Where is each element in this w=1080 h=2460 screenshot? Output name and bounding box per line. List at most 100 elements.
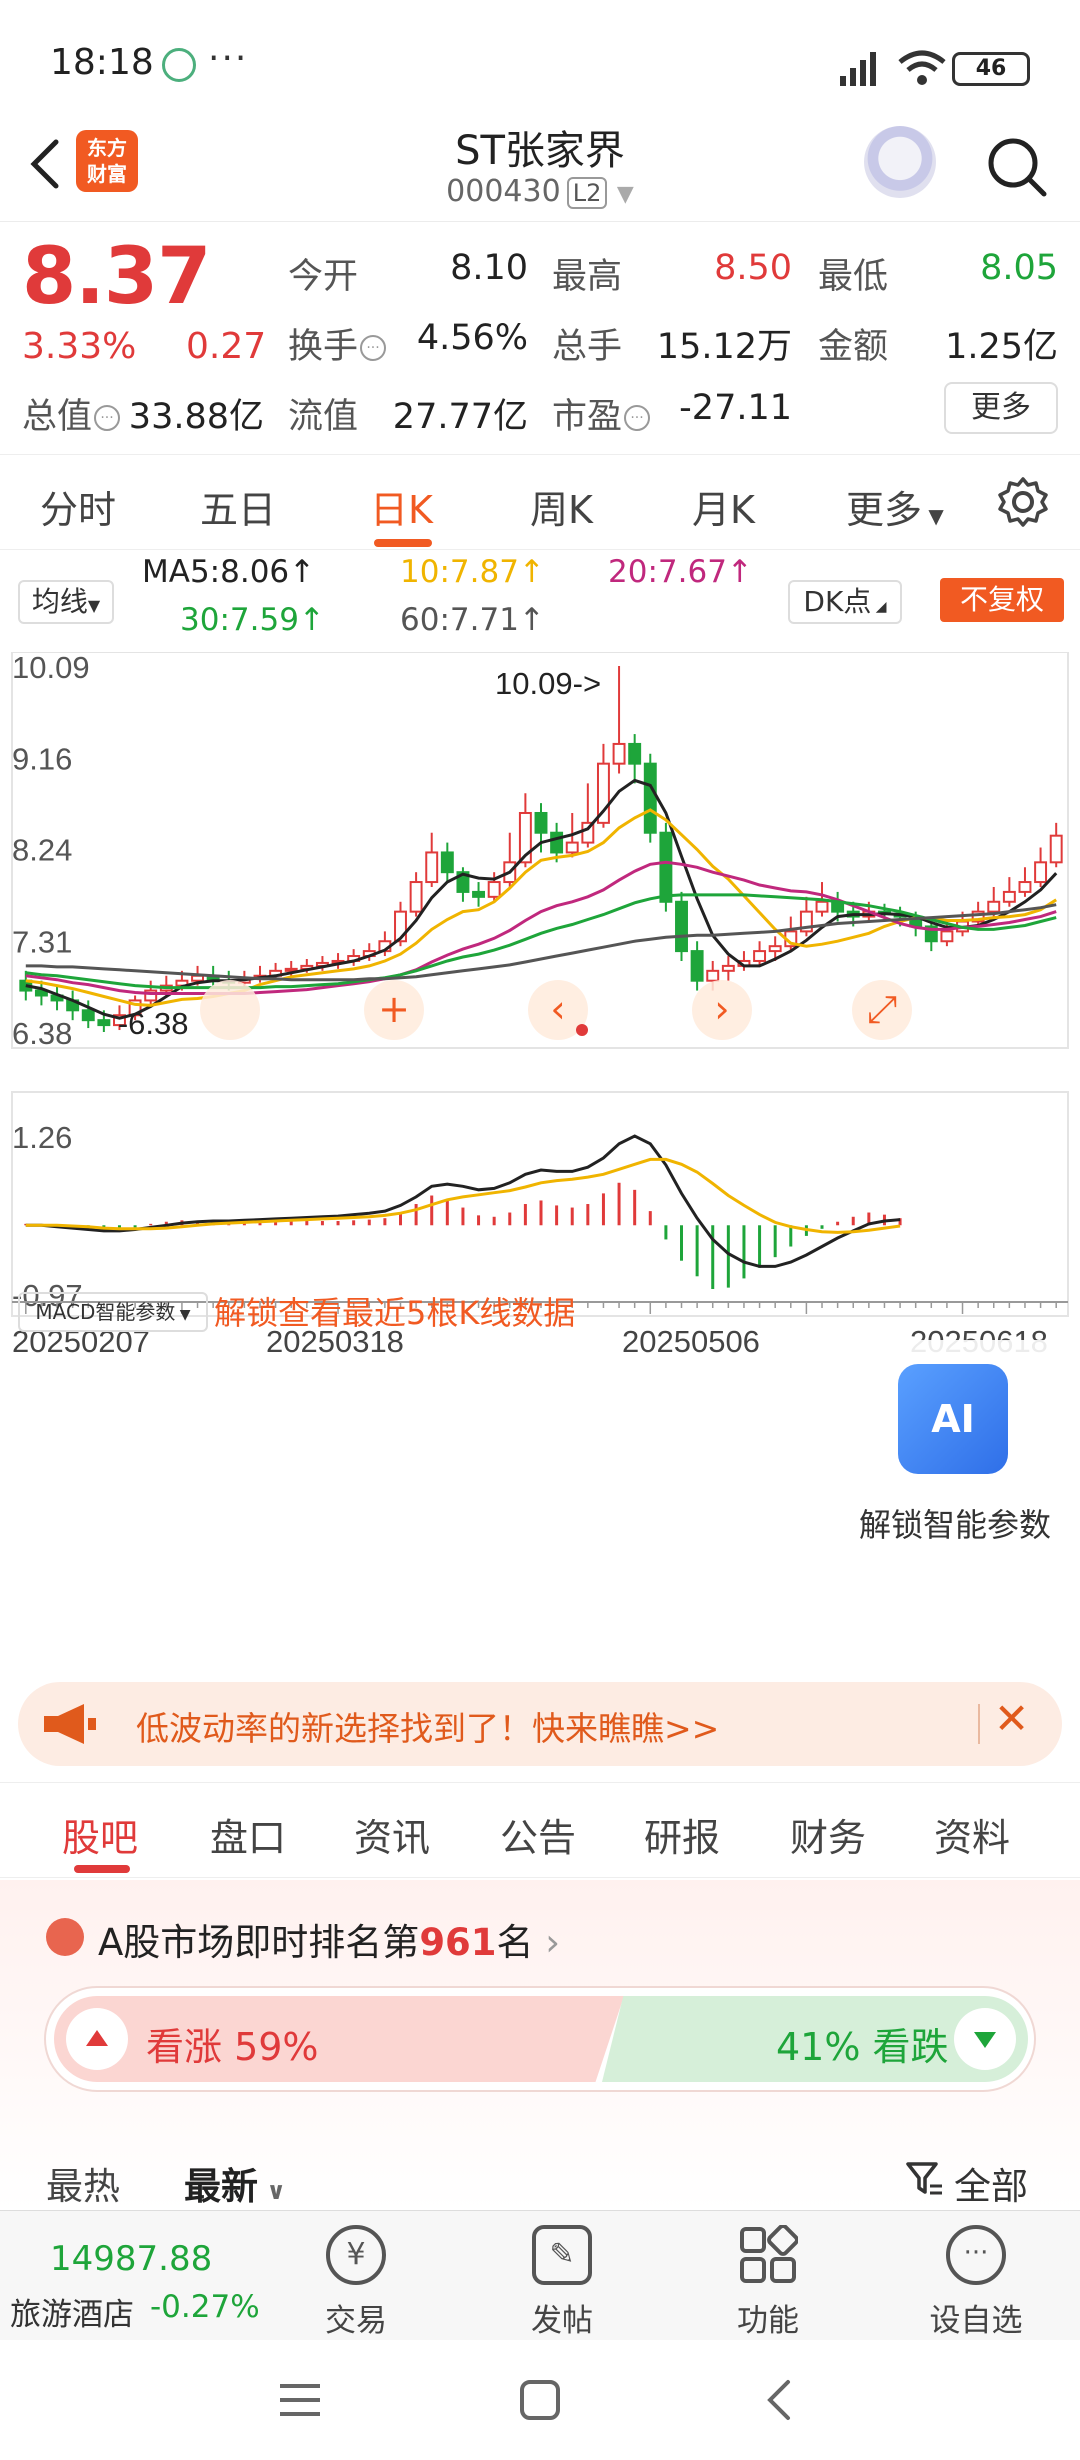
bottom-nav: 14987.88 旅游酒店 -0.27% ¥ 交易 ✎ 发帖 功能 ··· 设自… [0,2210,1080,2340]
tab-monthly-k[interactable]: 月K [692,479,755,534]
nav-functions[interactable]: 功能 [698,2225,838,2340]
grid-icon [740,2225,798,2283]
tab-more[interactable]: 更多 ▼ [846,479,944,534]
macd-selector-label: MACD智能参数 [35,1300,176,1324]
zoom-in-button-icon: + [378,987,410,1031]
ma-selector[interactable]: 均线▼ [18,580,114,624]
triangle-down-icon: ▼ [922,504,944,528]
pan-left-button-icon: ‹ [550,987,565,1031]
app-notification-icon [162,48,196,82]
stat-value-pe: -27.11 [679,388,792,428]
change-percent: 3.33% [22,326,137,367]
index-change[interactable]: -0.27% [150,2289,260,2325]
quote-panel: 8.37 3.33% 0.27 今开 8.10 最高 8.50 最低 8.05 … [0,222,1080,454]
settings-gear-icon[interactable] [996,475,1050,529]
ranking-prefix: A股市场即时排名第 [98,1921,420,1964]
vote-up-label: 看涨 59% [146,2025,319,2069]
vote-up-button[interactable] [66,2008,128,2070]
pe-label-text: 市盈 [552,397,623,437]
index-name[interactable]: 旅游酒店 [10,2289,134,2334]
filter-icon[interactable] [904,2158,944,2198]
candle-body [487,881,501,898]
candle-body [440,851,454,874]
tab-five-day[interactable]: 五日 [200,479,276,534]
menu-icon[interactable] [278,2380,322,2420]
price-axis-label: 9.16 [12,742,72,777]
home-square-icon[interactable] [518,2378,562,2422]
search-icon[interactable] [984,134,1050,200]
promo-banner[interactable]: 低波动率的新选择找到了！快来瞧瞧>> ✕ [18,1682,1062,1766]
adjust-mode-button[interactable]: 不复权 [940,578,1064,622]
macd-selector[interactable]: MACD智能参数 ▼ [18,1292,208,1332]
close-icon[interactable]: ✕ [994,1694,1029,1743]
tab-forum[interactable]: 股吧 [62,1807,138,1862]
index-value[interactable]: 14987.88 [50,2239,212,2279]
system-nav-bar [0,2340,1080,2460]
chevron-down-icon: ▼ [616,182,634,207]
more-stats-button[interactable]: 更多 [944,382,1058,434]
stat-label-open: 今开 [288,257,359,297]
candle-body [565,841,579,854]
unlock-recent-klines-link[interactable]: 解锁查看最近5根K线数据 [214,1288,575,1334]
tab-daily-k[interactable]: 日K [370,479,433,534]
system-back-icon[interactable] [758,2378,802,2422]
app-header: 东方 财富 ST张家界 000430 L2 ▼ [0,110,1080,222]
nav-post-label: 发帖 [531,2303,593,2339]
robot-assistant-icon[interactable] [864,126,936,198]
battery-indicator: 46 [952,52,1030,86]
nav-trade[interactable]: ¥ 交易 [286,2225,426,2340]
vote-up-fill[interactable] [54,1996,624,2082]
tab-weekly-k[interactable]: 周K [530,479,593,534]
nav-post[interactable]: ✎ 发帖 [492,2225,632,2340]
dk-point-selector[interactable]: DK点 ◢ [788,580,902,624]
vote-bar: 看涨 59% 41% 看跌 [44,1986,1036,2092]
pan-right-button-icon: › [714,987,729,1031]
ranking-link[interactable]: A股市场即时排名第961名 › [98,1912,560,1966]
tab-finance[interactable]: 财务 [790,1807,866,1862]
active-tab-indicator [374,539,432,547]
tab-announcements[interactable]: 公告 [500,1807,576,1862]
signal-icon [840,52,876,86]
scroll-left-circle[interactable] [200,980,260,1040]
tab-intraday[interactable]: 分时 [40,479,116,534]
tab-news[interactable]: 资讯 [354,1807,430,1862]
status-more-dots: ··· [208,38,249,79]
max-price-annotation: 10.09-> [495,666,601,701]
min-price-annotation: -6.38 [118,1006,189,1041]
stat-value-high: 8.50 [714,248,792,288]
info-icon[interactable]: ··· [94,405,121,431]
bar-chart-icon [46,1918,84,1956]
tab-profile[interactable]: 资料 [934,1807,1010,1862]
candle-body [1049,834,1063,864]
vote-down-button[interactable] [954,2008,1016,2070]
sort-hottest[interactable]: 最热 [46,2156,120,2210]
kline-chart-area: 均线▼ MA5:8.06↑ 10:7.87↑ 20:7.67↑ 30:7.59↑… [0,552,1080,1662]
level-badge: L2 [566,177,608,209]
candle-body [815,900,829,913]
stat-value-open: 8.10 [450,248,528,288]
stat-value-turnover: 4.56% [416,318,528,358]
wifi-icon [898,50,946,85]
stat-value-low: 8.05 [980,248,1058,288]
sort-newest[interactable]: 最新 ∨ [184,2156,286,2210]
chevron-down-icon: ∨ [258,2177,286,2205]
ma20-value: 20:7.67↑ [608,554,753,590]
vote-down-label: 41% 看跌 [776,2025,949,2069]
ma60-text: 60:7.71 [400,602,519,638]
date-axis-label: 20250506 [622,1324,760,1359]
tab-order-book[interactable]: 盘口 [210,1807,286,1862]
candle-body [425,851,439,884]
filter-all-label[interactable]: 全部 [954,2156,1028,2210]
candle-body [659,831,673,903]
fullscreen-button-icon: ⤢ [867,987,897,1031]
dk-label: DK点 [803,585,872,618]
tab-research[interactable]: 研报 [644,1807,720,1862]
more-circle-icon: ··· [946,2225,1006,2285]
ai-unlock-panel[interactable]: AI 解锁智能参数 [844,1340,1066,1564]
tab-more-label: 更多 [846,488,923,532]
nav-add-watchlist[interactable]: ··· 设自选 [906,2225,1046,2340]
edit-icon: ✎ [532,2225,592,2285]
yen-icon: ¥ [326,2225,386,2285]
ma30-value: 30:7.59↑ [180,602,325,638]
total-value-label-text: 总值 [22,397,93,437]
